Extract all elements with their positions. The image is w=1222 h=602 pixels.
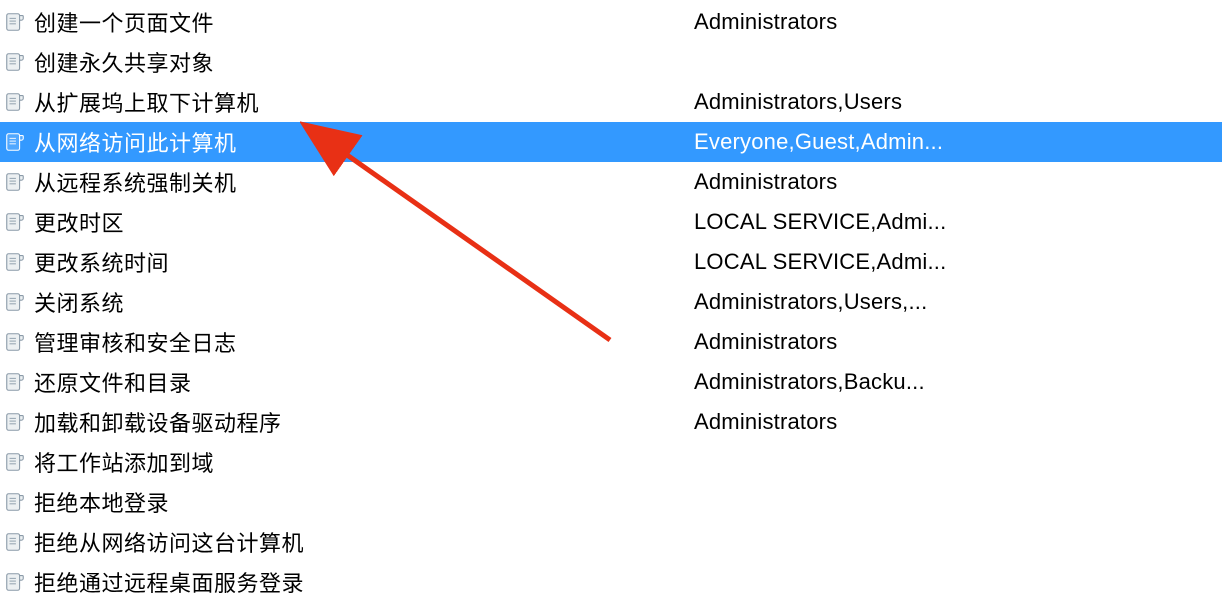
- policy-name: 拒绝从网络访问这台计算机: [34, 526, 304, 558]
- policy-name: 将工作站添加到域: [34, 446, 214, 478]
- policy-document-icon: [4, 11, 26, 33]
- policy-row[interactable]: 从网络访问此计算机 Everyone,Guest,Admin...: [0, 122, 1222, 162]
- policy-document-icon: [4, 51, 26, 73]
- policy-row[interactable]: 管理审核和安全日志 Administrators: [0, 322, 1222, 362]
- policy-setting: Administrators: [694, 329, 994, 355]
- policy-document-icon: [4, 571, 26, 593]
- policy-document-icon: [4, 411, 26, 433]
- policy-row[interactable]: 拒绝本地登录: [0, 482, 1222, 522]
- policy-name: 从远程系统强制关机: [34, 166, 237, 198]
- policy-document-icon: [4, 291, 26, 313]
- policy-setting: LOCAL SERVICE,Admi...: [694, 249, 994, 275]
- policy-row[interactable]: 拒绝通过远程桌面服务登录: [0, 562, 1222, 602]
- policy-setting: Everyone,Guest,Admin...: [694, 129, 994, 155]
- policy-row[interactable]: 创建一个页面文件 Administrators: [0, 2, 1222, 42]
- policy-setting: Administrators: [694, 409, 994, 435]
- policy-setting: Administrators: [694, 169, 994, 195]
- policy-name: 拒绝通过远程桌面服务登录: [34, 566, 304, 598]
- policy-document-icon: [4, 91, 26, 113]
- policy-name: 更改系统时间: [34, 246, 169, 278]
- policy-setting: Administrators,Users: [694, 89, 994, 115]
- policy-row[interactable]: 更改时区 LOCAL SERVICE,Admi...: [0, 202, 1222, 242]
- policy-name: 创建一个页面文件: [34, 6, 214, 38]
- policy-row[interactable]: 加载和卸载设备驱动程序 Administrators: [0, 402, 1222, 442]
- policy-name: 关闭系统: [34, 286, 124, 318]
- policy-document-icon: [4, 251, 26, 273]
- policy-row[interactable]: 从远程系统强制关机 Administrators: [0, 162, 1222, 202]
- policy-document-icon: [4, 491, 26, 513]
- policy-list: 创建一个页面文件 Administrators 创建永久共享对象 从扩展坞上取下计…: [0, 0, 1222, 602]
- policy-name: 更改时区: [34, 206, 124, 238]
- policy-setting: Administrators,Users,...: [694, 289, 994, 315]
- policy-document-icon: [4, 131, 26, 153]
- policy-row[interactable]: 从扩展坞上取下计算机 Administrators,Users: [0, 82, 1222, 122]
- policy-name: 创建永久共享对象: [34, 46, 214, 78]
- policy-row[interactable]: 拒绝从网络访问这台计算机: [0, 522, 1222, 562]
- policy-document-icon: [4, 371, 26, 393]
- policy-row[interactable]: 更改系统时间 LOCAL SERVICE,Admi...: [0, 242, 1222, 282]
- policy-name: 还原文件和目录: [34, 366, 192, 398]
- policy-document-icon: [4, 211, 26, 233]
- policy-name: 加载和卸载设备驱动程序: [34, 406, 282, 438]
- policy-row[interactable]: 关闭系统 Administrators,Users,...: [0, 282, 1222, 322]
- policy-name: 从扩展坞上取下计算机: [34, 86, 259, 118]
- policy-setting: Administrators,Backu...: [694, 369, 994, 395]
- policy-name: 拒绝本地登录: [34, 486, 169, 518]
- policy-row[interactable]: 还原文件和目录 Administrators,Backu...: [0, 362, 1222, 402]
- policy-setting: Administrators: [694, 9, 994, 35]
- policy-document-icon: [4, 451, 26, 473]
- policy-name: 管理审核和安全日志: [34, 326, 237, 358]
- policy-name: 从网络访问此计算机: [34, 126, 237, 158]
- policy-document-icon: [4, 331, 26, 353]
- policy-setting: LOCAL SERVICE,Admi...: [694, 209, 994, 235]
- policy-row[interactable]: 将工作站添加到域: [0, 442, 1222, 482]
- policy-row[interactable]: 创建永久共享对象: [0, 42, 1222, 82]
- policy-document-icon: [4, 531, 26, 553]
- policy-document-icon: [4, 171, 26, 193]
